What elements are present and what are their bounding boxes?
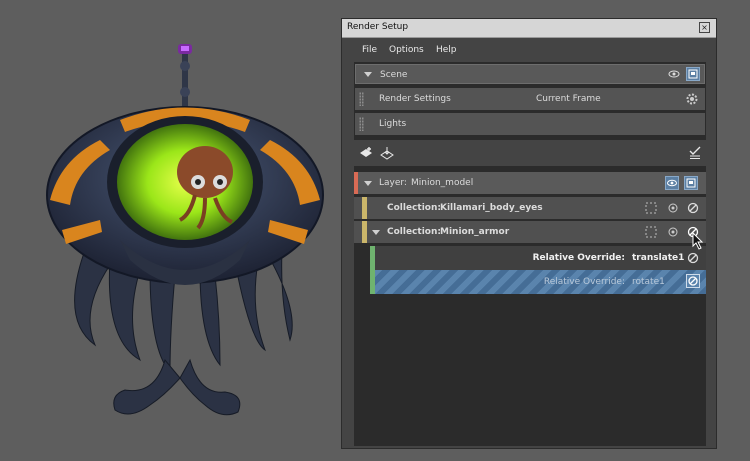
collection-name: Minion_armor [440, 227, 510, 237]
mouse-cursor-icon [692, 232, 704, 250]
collection-color-stripe [362, 221, 367, 243]
collection-name: Killamari_body_eyes [440, 203, 543, 213]
override-color-stripe [370, 246, 375, 270]
render-settings-label: Render Settings [379, 94, 451, 104]
collection-prefix: Collection: [387, 227, 441, 237]
disable-icon[interactable] [686, 251, 700, 265]
minion-creature-model [46, 44, 324, 416]
create-layer-icon[interactable] [359, 146, 373, 160]
render-setup-panel: Scene Render Settings Current Frame Ligh… [354, 62, 706, 446]
menu-file[interactable]: File [362, 45, 377, 55]
override-name: translate1 [632, 253, 685, 263]
layer-name: Minion_model [411, 178, 474, 188]
render-visible-icon[interactable] [684, 176, 698, 190]
drag-handle-icon[interactable] [359, 92, 364, 106]
disable-icon[interactable] [686, 274, 700, 288]
menu-options[interactable]: Options [389, 45, 424, 55]
collection-row[interactable]: Collection: Killamari_body_eyes [354, 197, 706, 219]
collection-row[interactable]: Collection: Minion_armor [354, 221, 706, 243]
layer-toolbar [354, 140, 706, 166]
collapse-arrow-icon[interactable] [372, 230, 380, 235]
enable-icon[interactable] [666, 225, 680, 239]
layer-row[interactable]: Layer: Minion_model [354, 172, 706, 194]
isolate-select-icon[interactable] [644, 225, 658, 239]
override-row-selected[interactable]: Relative Override: rotate1 [370, 270, 706, 294]
render-setup-window: Render Setup × File Options Help Scene R… [341, 18, 717, 449]
layer-prefix: Layer: [379, 178, 407, 188]
override-color-stripe [370, 270, 375, 294]
override-prefix: Relative Override: [543, 277, 625, 287]
scene-row[interactable]: Scene [355, 64, 705, 84]
drag-handle-icon[interactable] [359, 117, 364, 131]
eye-icon[interactable] [665, 176, 679, 190]
gear-icon[interactable] [685, 92, 699, 106]
layer-color-stripe [354, 172, 358, 194]
override-prefix: Relative Override: [532, 253, 625, 263]
disable-icon[interactable] [686, 201, 700, 215]
override-name: rotate1 [632, 277, 665, 287]
import-icon[interactable] [380, 146, 394, 160]
lights-label: Lights [379, 119, 407, 129]
lights-row[interactable]: Lights [355, 113, 705, 135]
override-row[interactable]: Relative Override: translate1 [370, 246, 706, 270]
menu-bar: File Options Help [342, 38, 716, 60]
isolate-select-icon[interactable] [644, 201, 658, 215]
render-settings-row[interactable]: Render Settings Current Frame [355, 88, 705, 110]
collapse-arrow-icon[interactable] [364, 72, 372, 77]
eye-icon[interactable] [667, 67, 681, 81]
window-title: Render Setup [347, 22, 409, 32]
render-settings-value: Current Frame [536, 94, 601, 104]
collection-color-stripe [362, 197, 367, 219]
render-checklist-icon[interactable] [688, 146, 702, 160]
close-icon[interactable]: × [699, 22, 710, 33]
enable-icon[interactable] [666, 201, 680, 215]
render-visible-icon[interactable] [686, 67, 700, 81]
scene-label: Scene [380, 70, 408, 80]
menu-help[interactable]: Help [436, 45, 457, 55]
title-bar[interactable]: Render Setup × [342, 19, 716, 38]
collapse-arrow-icon[interactable] [364, 181, 372, 186]
collection-prefix: Collection: [387, 203, 441, 213]
